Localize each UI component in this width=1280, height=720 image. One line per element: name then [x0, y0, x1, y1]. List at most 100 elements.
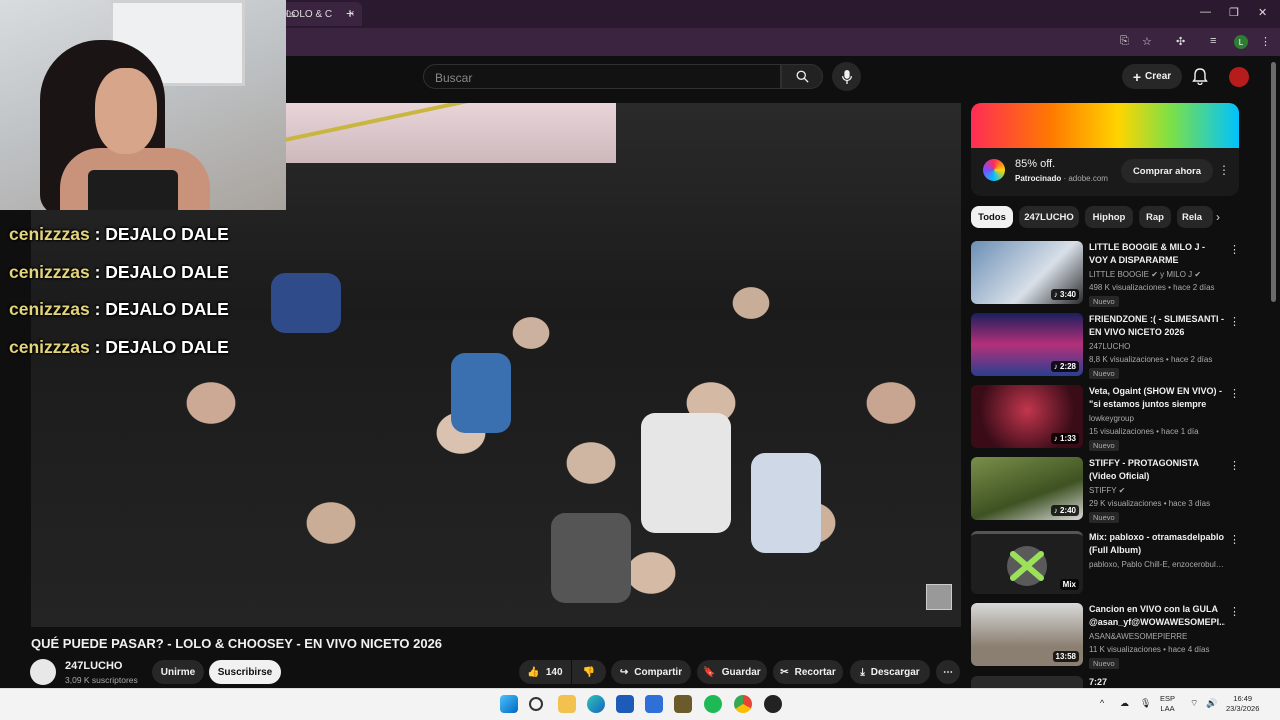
install-app-icon[interactable]: ⎘	[1120, 35, 1129, 48]
search-button[interactable]	[781, 64, 823, 89]
network-icon[interactable]: ☁	[1120, 698, 1129, 708]
new-tab-icon[interactable]: +	[346, 5, 354, 21]
video-thumbnail[interactable]: ♪ 3:40	[971, 241, 1083, 304]
join-button[interactable]: Unirme	[152, 660, 204, 684]
recommendation-channel[interactable]: LITTLE BOOGIE ✔ y MILO J ✔	[1089, 270, 1225, 279]
recommendation-channel[interactable]: ASAN&AWESOMEPIERRE	[1089, 632, 1225, 641]
obs-icon[interactable]	[764, 695, 782, 713]
more-options-icon[interactable]: ⋮	[1229, 243, 1240, 256]
app-icon[interactable]	[674, 695, 692, 713]
tray-chevron-icon[interactable]: ^	[1100, 698, 1104, 708]
video-thumbnail[interactable]: ♪ 1:33	[971, 385, 1083, 448]
clock-time: 16:49	[1233, 694, 1253, 703]
chip-hiphop[interactable]: Hiphop	[1085, 206, 1133, 228]
sponsored-ad-card[interactable]: 85% off. Patrocinado · adobe.com Comprar…	[971, 103, 1239, 196]
dislike-button[interactable]: 👎	[572, 660, 606, 684]
chat-text: DEJALO DALE	[105, 224, 229, 244]
restore-icon[interactable]: ❐	[1229, 6, 1239, 19]
more-options-icon[interactable]: ⋮	[1229, 533, 1240, 546]
mail-icon[interactable]	[645, 695, 663, 713]
recommendation-channel[interactable]: lowkeygroup	[1089, 414, 1225, 423]
wifi-icon[interactable]: ⌔	[1190, 698, 1198, 708]
file-explorer-icon[interactable]	[558, 695, 576, 713]
recommendation-item[interactable]: 13:58 Cancion en VIVO con la GULA @asan_…	[971, 603, 1241, 669]
recommendation-item[interactable]: 7:27	[971, 676, 1241, 688]
video-duration: 13:58	[1052, 651, 1079, 662]
video-thumbnail[interactable]: ♪ 2:28	[971, 313, 1083, 376]
recommendation-title[interactable]: Veta, Ogaint (SHOW EN VIVO) - "si estamo…	[1089, 385, 1225, 411]
chat-text: DEJALO DALE	[105, 336, 229, 357]
search-input[interactable]: Buscar	[423, 64, 781, 89]
video-thumbnail[interactable]	[971, 676, 1083, 688]
ad-cta-button[interactable]: Comprar ahora	[1121, 159, 1213, 183]
recommendation-meta: 15 visualizaciones • hace 1 día	[1089, 427, 1199, 436]
recommendation-channel[interactable]: pabloxo, Pablo Chill-E, enzocerobulto y …	[1089, 560, 1225, 569]
ad-domain: adobe.com	[1068, 174, 1108, 183]
page-scrollbar[interactable]	[1271, 62, 1276, 302]
bookmark-star-icon[interactable]: ☆	[1142, 35, 1152, 48]
more-options-icon[interactable]: ⋮	[1229, 459, 1240, 472]
like-button[interactable]: 👍 140	[519, 660, 571, 684]
save-button[interactable]: 🔖 Guardar	[697, 660, 767, 684]
recommendation-title[interactable]: 7:27	[1089, 676, 1225, 688]
recommendation-title[interactable]: STIFFY - PROTAGONISTA (Video Oficial)	[1089, 457, 1225, 483]
recommendation-item[interactable]: ♪ 3:40 LITTLE BOOGIE & MILO J - VOY A DI…	[971, 241, 1241, 307]
recommendation-meta: 498 K visualizaciones • hace 2 días	[1089, 283, 1215, 292]
more-options-icon[interactable]: ⋮	[1229, 315, 1240, 328]
ad-more-icon[interactable]: ⋮	[1218, 163, 1230, 177]
more-options-icon[interactable]: ⋮	[1229, 605, 1240, 618]
recommendation-channel[interactable]: 247LUCHO	[1089, 342, 1225, 351]
more-options-icon[interactable]: ⋮	[1229, 387, 1240, 400]
minimize-icon[interactable]: —	[1200, 6, 1211, 18]
recommendation-title[interactable]: Cancion en VIVO con la GULA @asan_yf@WOW…	[1089, 603, 1225, 629]
volume-icon[interactable]: 🔊	[1206, 698, 1217, 708]
mic-tray-icon[interactable]: 🎙	[1140, 698, 1151, 708]
thumbs-up-icon: 👍	[527, 666, 540, 678]
mix-thumbnail[interactable]: Mix	[971, 531, 1083, 594]
chevron-right-icon[interactable]: ›	[1216, 210, 1220, 224]
share-button[interactable]: ↪ Compartir	[611, 660, 691, 684]
recommendation-channel[interactable]: STIFFY ✔	[1089, 486, 1225, 495]
extensions-icon[interactable]: ✣	[1176, 35, 1185, 48]
chip-247lucho[interactable]: 247LUCHO	[1019, 206, 1079, 228]
taskbar-search-icon[interactable]	[529, 697, 543, 711]
voice-search-button[interactable]	[832, 62, 861, 91]
new-badge: Nuevo	[1089, 296, 1119, 307]
chrome-icon[interactable]	[734, 695, 752, 713]
channel-avatar[interactable]	[30, 659, 56, 685]
recommendation-title[interactable]: Mix: pabloxo - otramasdelpablo (Full Alb…	[1089, 531, 1225, 557]
edge-browser-icon[interactable]	[587, 695, 605, 713]
account-avatar[interactable]	[1229, 67, 1249, 87]
video-thumbnail[interactable]: 13:58	[971, 603, 1083, 666]
spotify-icon[interactable]	[704, 695, 722, 713]
download-button[interactable]: ⤓ Descargar	[850, 660, 930, 684]
recommendation-item[interactable]: ♪ 1:33 Veta, Ogaint (SHOW EN VIVO) - "si…	[971, 385, 1241, 451]
close-window-icon[interactable]: ✕	[1258, 6, 1267, 19]
language-indicator[interactable]: ESP LAA	[1160, 694, 1175, 714]
browser-menu-icon[interactable]: ⋮	[1260, 35, 1271, 48]
store-icon[interactable]	[616, 695, 634, 713]
more-actions-button[interactable]: ⋯	[936, 660, 960, 684]
notifications-bell-icon[interactable]	[1192, 68, 1208, 85]
start-windows-icon[interactable]	[500, 695, 518, 713]
chip-relax[interactable]: Rela	[1177, 206, 1213, 228]
recommendation-item[interactable]: ♪ 2:40 STIFFY - PROTAGONISTA (Video Ofic…	[971, 457, 1241, 523]
recommendation-item[interactable]: ♪ 2:28 FRIENDZONE :( - SLIMESANTI - EN V…	[971, 313, 1241, 379]
recommendation-title[interactable]: LITTLE BOOGIE & MILO J - VOY A DISPARARM…	[1089, 241, 1225, 267]
url-text[interactable]: 0s	[286, 9, 296, 19]
clip-button[interactable]: ✂ Recortar	[773, 660, 843, 684]
chip-rap[interactable]: Rap	[1139, 206, 1171, 228]
chip-todos[interactable]: Todos	[971, 206, 1013, 228]
clock[interactable]: 16:49 23/3/2026	[1226, 694, 1259, 714]
recommendation-meta: 8,8 K visualizaciones • hace 2 días	[1089, 355, 1213, 364]
create-button[interactable]: + Crear	[1122, 64, 1182, 89]
recommendation-item[interactable]: Mix Mix: pabloxo - otramasdelpablo (Full…	[971, 531, 1241, 597]
video-thumbnail[interactable]: ♪ 2:40	[971, 457, 1083, 520]
media-controls-icon[interactable]: ≡	[1210, 35, 1216, 47]
new-badge: Nuevo	[1089, 512, 1119, 523]
stream-chat-overlay: cenizzzas : DEJALO DALE cenizzzas : DEJA…	[9, 224, 229, 374]
subscribe-button[interactable]: Suscribirse	[209, 660, 281, 684]
recommendation-title[interactable]: FRIENDZONE :( - SLIMESANTI - EN VIVO NIC…	[1089, 313, 1225, 339]
channel-name[interactable]: 247LUCHO	[65, 660, 122, 672]
profile-avatar[interactable]: L	[1234, 35, 1248, 49]
